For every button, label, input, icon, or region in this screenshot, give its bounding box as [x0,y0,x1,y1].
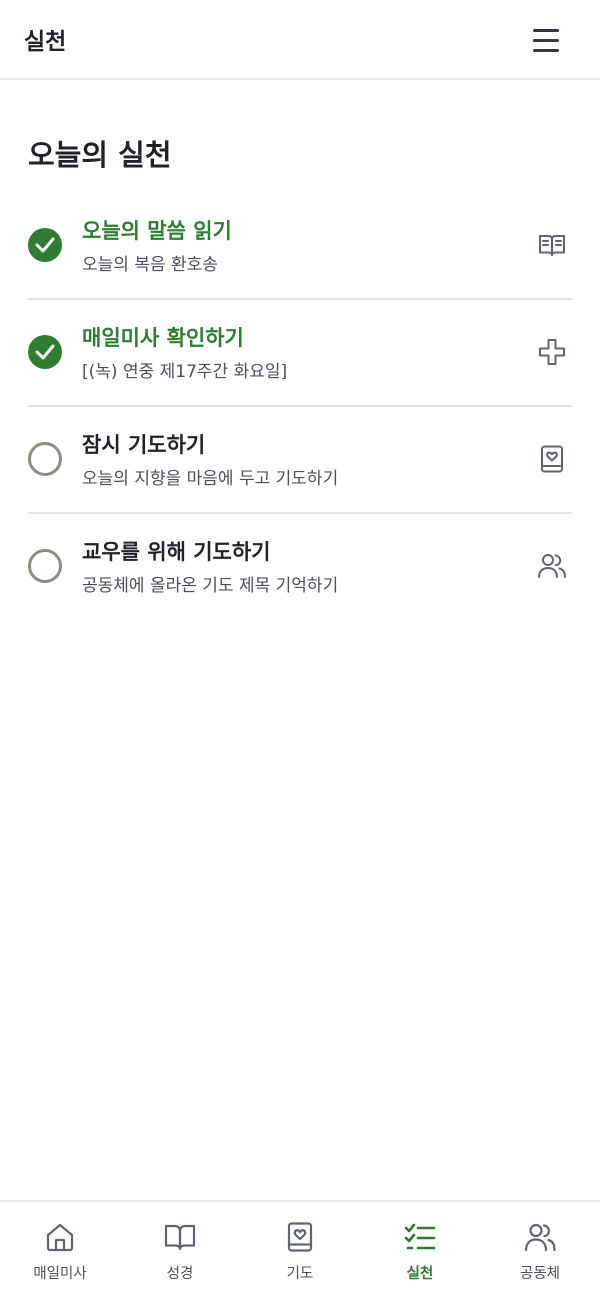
task-subtitle: 공동체에 올라온 기도 제목 기억하기 [82,576,339,596]
prayer-book-heart-icon [541,445,563,473]
nav-item-community[interactable]: 공동체 [480,1202,600,1298]
task-brief-prayer[interactable]: 잠시 기도하기 오늘의 지향을 마음에 두고 기도하기 [28,407,572,514]
cross-icon [539,339,565,365]
nav-item-daily-mass[interactable]: 매일미사 [0,1202,120,1298]
book-icon [164,1224,196,1251]
checklist-icon [404,1223,436,1250]
task-title: 교우를 위해 기도하기 [82,540,271,564]
task-read-word[interactable]: 오늘의 말씀 읽기 오늘의 복음 환호송 [28,193,572,300]
section-title: 오늘의 실천 [28,138,172,172]
task-subtitle: [(녹) 연중 제17주간 화요일] [82,362,288,382]
nav-label: 매일미사 [33,1266,87,1282]
community-icon [524,1223,556,1252]
bottom-navigation: 매일미사 성경 기도 실천 공동체 [0,1200,600,1298]
nav-item-prayer[interactable]: 기도 [240,1202,360,1298]
uncompleted-circle-icon[interactable] [28,442,62,476]
nav-item-bible[interactable]: 성경 [120,1202,240,1298]
nav-label: 기도 [286,1266,314,1282]
task-subtitle: 오늘의 복음 환호송 [82,255,218,275]
nav-label: 공동체 [519,1266,561,1282]
home-icon [46,1223,74,1252]
task-check-mass[interactable]: 매일미사 확인하기 [(녹) 연중 제17주간 화요일] [28,300,572,407]
nav-label: 성경 [166,1266,194,1282]
hamburger-menu-icon[interactable] [526,22,566,58]
nav-item-practice[interactable]: 실천 [360,1202,480,1298]
completed-check-icon[interactable] [28,335,62,369]
uncompleted-circle-icon[interactable] [28,549,62,583]
people-icon [538,554,566,578]
task-title: 매일미사 확인하기 [82,326,244,350]
task-pray-for-others[interactable]: 교우를 위해 기도하기 공동체에 올라온 기도 제목 기억하기 [28,514,572,621]
task-title: 오늘의 말씀 읽기 [82,219,232,243]
task-subtitle: 오늘의 지향을 마음에 두고 기도하기 [82,469,339,489]
practice-task-list: 오늘의 말씀 읽기 오늘의 복음 환호송 매일미사 확인하기 [(녹) 연중 제… [28,193,572,621]
task-title: 잠시 기도하기 [82,433,206,457]
open-book-icon [539,235,565,256]
nav-label: 실천 [406,1266,434,1282]
top-app-bar: 실천 [0,0,600,80]
page-title: 실천 [24,29,67,55]
completed-check-icon[interactable] [28,228,62,262]
prayer-book-icon [287,1222,313,1252]
